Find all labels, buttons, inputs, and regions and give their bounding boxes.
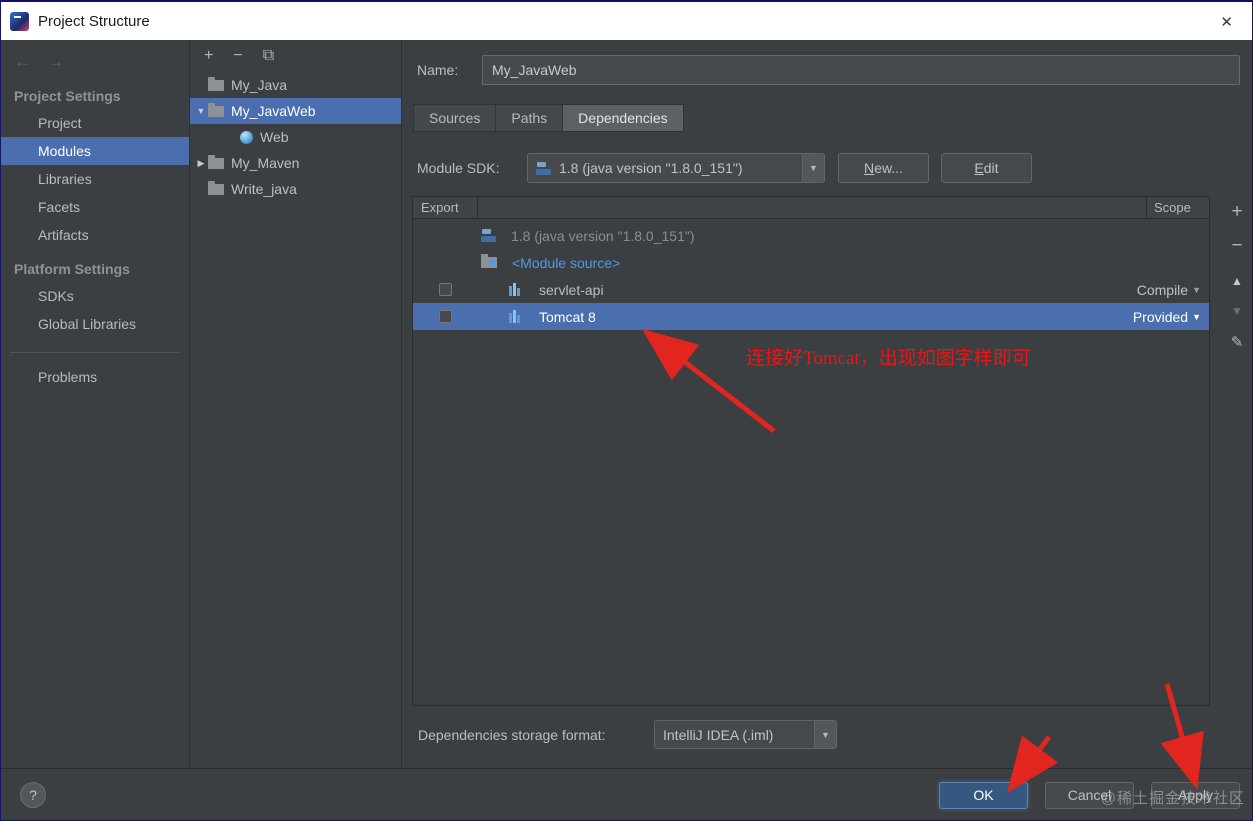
export-checkbox[interactable]	[438, 310, 452, 323]
dependency-row-servlet-api[interactable]: servlet-api Compile ▼	[413, 276, 1209, 303]
scope-dropdown[interactable]: Compile ▼	[1137, 282, 1209, 298]
section-project-settings: Project Settings	[14, 88, 121, 104]
column-separator	[477, 197, 478, 219]
add-module-icon[interactable]: +	[204, 48, 213, 64]
tree-item-label: Web	[260, 129, 289, 145]
edit-dependency-icon[interactable]: ✎	[1231, 335, 1244, 350]
dialog-footer: ? OK Cancel Apply @稀土掘金技术社区	[0, 768, 1253, 821]
sidebar-item-sdks[interactable]: SDKs	[0, 282, 189, 310]
chevron-down-icon: ▼	[1192, 311, 1201, 322]
scope-value: Provided	[1132, 308, 1189, 325]
tree-item-my-java[interactable]: My_Java	[190, 72, 401, 98]
dependencies-table-header: Export Scope	[413, 197, 1209, 219]
tree-item-web[interactable]: Web	[190, 124, 401, 150]
modules-tree-panel: + − ⧉ My_Java ▼ My_JavaWeb Web ▶ My_Mave…	[190, 40, 402, 768]
dependency-row-jdk[interactable]: 1.8 (java version "1.8.0_151")	[413, 222, 1209, 249]
chevron-down-icon[interactable]: ▼	[814, 721, 836, 748]
module-tabs: Sources Paths Dependencies	[413, 104, 684, 132]
module-source-icon	[481, 254, 497, 268]
dependency-label: servlet-api	[539, 281, 604, 298]
remove-dependency-icon[interactable]: −	[1231, 236, 1242, 255]
collapse-icon[interactable]: ▶	[194, 158, 208, 169]
sidebar-item-problems[interactable]: Problems	[0, 363, 189, 391]
folder-icon	[208, 154, 224, 169]
dependency-label: <Module source>	[512, 254, 621, 271]
tree-item-label: Write_java	[231, 181, 297, 197]
tab-sources[interactable]: Sources	[413, 104, 497, 132]
storage-format-value: IntelliJ IDEA (.iml)	[663, 726, 774, 743]
tree-item-label: My_JavaWeb	[231, 103, 316, 119]
tree-item-label: My_Maven	[231, 155, 300, 171]
sidebar-item-artifacts[interactable]: Artifacts	[0, 221, 189, 249]
help-button[interactable]: ?	[20, 782, 46, 808]
export-column-header: Export	[421, 200, 459, 215]
apply-button[interactable]: Apply	[1151, 781, 1240, 809]
library-icon	[509, 310, 524, 323]
column-separator	[1146, 197, 1147, 219]
export-checkbox[interactable]	[438, 283, 452, 296]
sdk-icon	[536, 161, 551, 175]
tree-item-label: My_Java	[231, 77, 288, 93]
web-facet-icon	[240, 130, 253, 144]
annotation-text: 连接好Tomcat，出现如图字样即可	[746, 348, 1031, 369]
move-down-icon[interactable]: ▼	[1231, 305, 1243, 317]
module-editor-panel: Name: Sources Paths Dependencies Module …	[402, 40, 1253, 768]
project-structure-icon	[10, 12, 29, 31]
module-sdk-value: 1.8 (java version "1.8.0_151")	[559, 160, 743, 176]
move-up-icon[interactable]: ▲	[1231, 275, 1243, 287]
dependency-row-module-source[interactable]: <Module source>	[413, 249, 1209, 276]
settings-sidebar: ← → Project Settings Project Modules Lib…	[0, 40, 190, 768]
tree-item-write-java[interactable]: Write_java	[190, 176, 401, 202]
scope-column-header: Scope	[1154, 200, 1191, 215]
module-sdk-label: Module SDK:	[417, 160, 500, 176]
folder-icon	[208, 76, 224, 91]
storage-format-label: Dependencies storage format:	[418, 727, 606, 743]
sidebar-item-facets[interactable]: Facets	[0, 193, 189, 221]
storage-format-select[interactable]: IntelliJ IDEA (.iml) ▼	[654, 720, 837, 749]
sdk-icon	[481, 229, 496, 242]
export-cell	[413, 283, 477, 296]
new-sdk-button[interactable]: New...	[838, 153, 929, 183]
export-cell	[413, 310, 477, 323]
sidebar-item-project[interactable]: Project	[0, 109, 189, 137]
close-icon[interactable]: ✕	[1214, 11, 1239, 33]
dependency-row-tomcat-8[interactable]: Tomcat 8 Provided ▼	[413, 303, 1209, 330]
cancel-button[interactable]: Cancel	[1045, 781, 1134, 809]
title-bar: Project Structure ✕	[0, 0, 1253, 40]
edit-sdk-button[interactable]: Edit	[941, 153, 1032, 183]
chevron-down-icon[interactable]: ▼	[802, 154, 824, 182]
back-icon[interactable]: ←	[14, 52, 31, 74]
sidebar-divider	[10, 352, 179, 353]
scope-dropdown[interactable]: Provided ▼	[1133, 309, 1209, 325]
sidebar-item-libraries[interactable]: Libraries	[0, 165, 189, 193]
ok-button[interactable]: OK	[939, 781, 1028, 809]
folder-icon	[208, 180, 224, 195]
library-icon	[509, 283, 524, 296]
remove-module-icon[interactable]: −	[233, 48, 242, 64]
dependencies-toolbar: + − ▲ ▼ ✎	[1224, 200, 1250, 350]
sidebar-item-global-libraries[interactable]: Global Libraries	[0, 310, 189, 338]
forward-icon[interactable]: →	[47, 52, 64, 74]
window-title: Project Structure	[38, 13, 150, 30]
tab-dependencies[interactable]: Dependencies	[562, 104, 684, 132]
scope-value: Compile	[1136, 281, 1189, 298]
dependencies-table: Export Scope 1.8 (java version "1.8.0_15…	[412, 196, 1210, 706]
chevron-down-icon: ▼	[1192, 284, 1201, 295]
module-sdk-select[interactable]: 1.8 (java version "1.8.0_151") ▼	[527, 153, 825, 183]
sidebar-item-modules[interactable]: Modules	[0, 137, 189, 165]
name-label: Name:	[417, 62, 459, 78]
section-platform-settings: Platform Settings	[14, 261, 130, 277]
module-name-input[interactable]	[482, 55, 1240, 85]
add-dependency-icon[interactable]: +	[1231, 202, 1242, 221]
copy-module-icon[interactable]: ⧉	[263, 48, 274, 64]
tab-paths[interactable]: Paths	[495, 104, 564, 132]
expand-icon[interactable]: ▼	[194, 106, 208, 116]
tree-item-my-maven[interactable]: ▶ My_Maven	[190, 150, 401, 176]
folder-icon	[208, 102, 224, 117]
tree-item-my-javaweb[interactable]: ▼ My_JavaWeb	[190, 98, 401, 124]
dependency-label: 1.8 (java version "1.8.0_151")	[511, 227, 695, 244]
dependency-label: Tomcat 8	[539, 308, 596, 325]
